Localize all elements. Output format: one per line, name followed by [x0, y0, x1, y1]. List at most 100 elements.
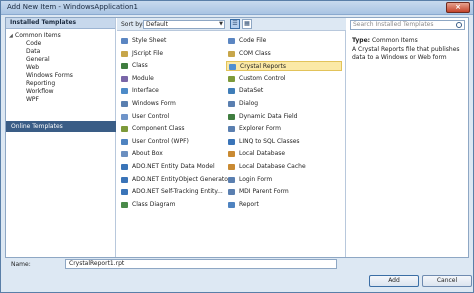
template-item[interactable]: Custom Control	[226, 74, 342, 84]
module-icon	[121, 75, 128, 82]
style-sheet-icon	[121, 38, 128, 44]
dialog-content: Installed Templates ◢ Common Items Code Da…	[5, 17, 469, 258]
template-item[interactable]: Style Sheet	[119, 36, 235, 46]
type-line: Type: Common Items	[352, 37, 418, 44]
template-item-label: Local Database	[239, 150, 286, 158]
template-item-label: Report	[239, 200, 259, 208]
tree-node-reporting[interactable]: Reporting	[26, 80, 55, 88]
login-form-icon	[228, 176, 235, 183]
tree-node-code[interactable]: Code	[26, 40, 41, 48]
template-item-label: Dynamic Data Field	[239, 112, 298, 120]
tree-node-workflow[interactable]: Workflow	[26, 88, 54, 96]
template-item[interactable]: Local Database	[226, 149, 342, 159]
template-item[interactable]: LINQ to SQL Classes	[226, 137, 342, 147]
tree-node-general[interactable]: General	[26, 56, 50, 64]
add-button[interactable]: Add	[369, 275, 419, 287]
self-tracking-entity-icon	[121, 189, 128, 196]
tree-node-wpf[interactable]: WPF	[26, 96, 39, 104]
name-label: Name:	[11, 261, 31, 268]
interface-icon	[121, 88, 128, 95]
template-item-label: Explorer Form	[239, 125, 282, 133]
tree-node-common-items[interactable]: ◢ Common Items	[9, 32, 61, 40]
title-bar[interactable]: Add New Item - WindowsApplication1 ×	[1, 1, 473, 15]
template-item-label: Interface	[132, 87, 159, 95]
template-item-label: User Control	[132, 112, 170, 120]
template-item-label: Local Database Cache	[239, 163, 306, 170]
template-item[interactable]: DataSet	[226, 86, 342, 96]
dialog-icon	[228, 101, 235, 107]
template-item[interactable]: Windows Form	[119, 99, 235, 109]
dynamic-data-field-icon	[228, 113, 235, 120]
template-item-label: ADO.NET EntityObject Generator	[132, 175, 231, 183]
type-value: Common Items	[371, 37, 418, 44]
template-item-label: Code File	[239, 37, 267, 44]
template-item-label: Component Class	[132, 125, 185, 133]
template-item[interactable]: JScript File	[119, 49, 235, 59]
crystal-reports-icon	[229, 64, 236, 71]
list-view-button[interactable]: ☰	[230, 19, 240, 29]
name-field[interactable]: CrystalReport1.rpt	[65, 259, 337, 269]
template-item[interactable]: Class	[119, 61, 235, 71]
template-item[interactable]: Dialog	[226, 99, 342, 109]
template-item[interactable]: ADO.NET EntityObject Generator	[119, 175, 235, 185]
linq-to-sql-icon	[228, 138, 235, 145]
window-title: Add New Item - WindowsApplication1	[7, 3, 138, 11]
jscript-file-icon	[121, 50, 128, 57]
template-item[interactable]: Component Class	[119, 124, 235, 134]
sort-by-label: Sort by:	[121, 21, 145, 28]
entityobject-generator-icon	[121, 176, 128, 183]
tree-node-data[interactable]: Data	[26, 48, 40, 56]
template-item[interactable]: MDI Parent Form	[226, 187, 342, 197]
template-item[interactable]: COM Class	[226, 49, 342, 59]
entity-model-icon	[121, 164, 128, 170]
chevron-down-icon: ▼	[219, 21, 223, 27]
template-item-label: MDI Parent Form	[239, 188, 289, 196]
about-box-icon	[121, 151, 128, 158]
icon-view-icon: ▦	[244, 20, 250, 27]
template-item[interactable]: Dynamic Data Field	[226, 112, 342, 122]
template-item[interactable]: Report	[226, 200, 342, 210]
template-item-label: Module	[132, 74, 154, 82]
template-item-label: About Box	[132, 150, 163, 158]
add-new-item-dialog: Add New Item - WindowsApplication1 × Ins…	[0, 0, 474, 293]
online-templates-item[interactable]: Online Templates	[6, 121, 116, 132]
template-item[interactable]: Local Database Cache	[226, 162, 342, 172]
template-item[interactable]: User Control (WPF)	[119, 137, 235, 147]
template-item[interactable]: ADO.NET Self-Tracking Entity...	[119, 187, 235, 197]
template-item[interactable]: Code File	[226, 36, 342, 46]
tree-node-windows-forms[interactable]: Windows Forms	[26, 72, 73, 80]
template-item[interactable]: Crystal Reports	[226, 61, 342, 72]
template-item[interactable]: Explorer Form	[226, 124, 342, 134]
custom-control-icon	[228, 75, 235, 82]
template-item-label: LINQ to SQL Classes	[239, 137, 300, 145]
class-icon	[121, 63, 128, 70]
template-list-pane: Sort by: Default ▼ ☰ ▦ Style Sheet JScrip…	[117, 18, 346, 257]
template-item-label: Login Form	[239, 175, 273, 183]
type-label: Type:	[352, 37, 371, 44]
template-item[interactable]: ADO.NET Entity Data Model	[119, 162, 235, 172]
template-item[interactable]: User Control	[119, 112, 235, 122]
template-item[interactable]: Login Form	[226, 175, 342, 185]
template-item-label: Crystal Reports	[240, 63, 286, 71]
search-input[interactable]: Search Installed Templates	[350, 20, 465, 30]
component-class-icon	[121, 126, 128, 133]
template-item[interactable]: Interface	[119, 86, 235, 96]
template-item-label: DataSet	[239, 87, 264, 95]
template-item[interactable]: About Box	[119, 149, 235, 159]
mdi-parent-form-icon	[228, 189, 235, 196]
sort-by-dropdown[interactable]: Default ▼	[143, 20, 225, 29]
close-icon: ×	[455, 3, 461, 11]
close-button[interactable]: ×	[446, 2, 470, 13]
tree-node-web[interactable]: Web	[26, 64, 39, 72]
search-icon[interactable]	[456, 22, 462, 28]
explorer-form-icon	[228, 126, 235, 133]
template-item[interactable]: Class Diagram	[119, 200, 235, 210]
template-item[interactable]: Module	[119, 74, 235, 84]
template-tree-pane: Installed Templates ◢ Common Items Code Da…	[6, 18, 116, 257]
installed-templates-header[interactable]: Installed Templates	[6, 18, 115, 29]
sort-toolbar: Sort by: Default ▼ ☰ ▦	[117, 18, 346, 31]
icon-view-button[interactable]: ▦	[242, 19, 252, 29]
template-description: A Crystal Reports file that publishes da…	[352, 46, 460, 61]
cancel-button[interactable]: Cancel	[422, 275, 472, 287]
template-item-label: Class Diagram	[132, 200, 176, 208]
